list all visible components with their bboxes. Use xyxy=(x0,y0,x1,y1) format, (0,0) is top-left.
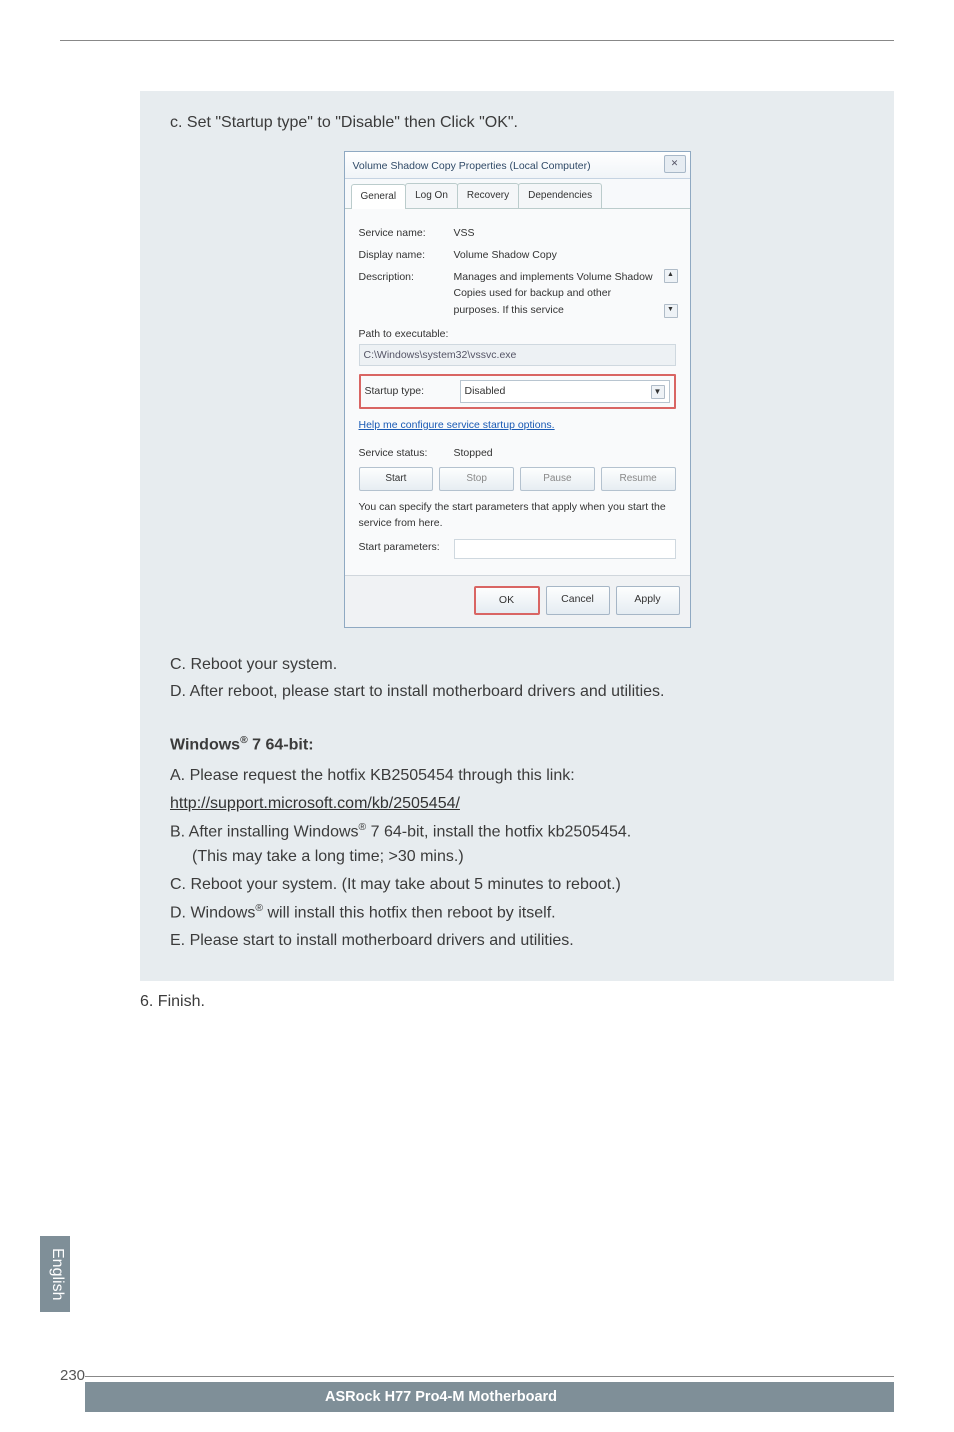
footer-separator xyxy=(85,1376,894,1377)
description-scrollbar[interactable]: ▲ ▼ xyxy=(664,269,676,318)
top-separator xyxy=(60,40,894,41)
value-service-name: VSS xyxy=(454,225,676,241)
step-c2: C. Reboot your system. (It may take abou… xyxy=(170,873,864,898)
label-startup-type: Startup type: xyxy=(365,383,460,399)
specify-note: You can specify the start parameters tha… xyxy=(359,499,676,532)
chevron-down-icon[interactable]: ▼ xyxy=(651,385,665,399)
step-6-finish: 6. Finish. xyxy=(140,993,894,1011)
startup-type-select[interactable]: Disabled ▼ xyxy=(460,380,670,402)
step-c-text: c. Set "Startup type" to "Disable" then … xyxy=(170,111,864,136)
value-service-status: Stopped xyxy=(454,445,676,461)
value-path: C:\Windows\system32\vssvc.exe xyxy=(359,344,676,366)
label-display-name: Display name: xyxy=(359,247,454,263)
tab-logon[interactable]: Log On xyxy=(405,183,458,208)
cancel-button[interactable]: Cancel xyxy=(546,586,610,614)
scroll-down-icon[interactable]: ▼ xyxy=(664,304,678,318)
help-link[interactable]: Help me configure service startup option… xyxy=(359,419,555,431)
page-number: 230 xyxy=(60,1367,85,1384)
step-d-after: D. After reboot, please start to install… xyxy=(170,680,864,705)
tab-dependencies[interactable]: Dependencies xyxy=(518,183,602,208)
step-b-note: (This may take a long time; >30 mins.) xyxy=(192,845,864,870)
value-display-name: Volume Shadow Copy xyxy=(454,247,676,263)
start-parameters-input[interactable] xyxy=(454,539,676,559)
language-tab: English xyxy=(40,1236,70,1312)
label-start-parameters: Start parameters: xyxy=(359,539,454,555)
footer-bar: ASRock H77 Pro4-M Motherboard xyxy=(85,1382,894,1412)
value-description: Manages and implements Volume Shadow Cop… xyxy=(454,269,660,318)
dialog-tabs: General Log On Recovery Dependencies xyxy=(345,179,690,209)
dialog-footer: OK Cancel Apply xyxy=(345,575,690,626)
step-d-suffix: will install this hotfix then reboot by … xyxy=(263,904,556,921)
step-b-prefix: B. After installing Windows xyxy=(170,823,359,840)
label-service-name: Service name: xyxy=(359,225,454,241)
step-d2: D. Windows® will install this hotfix the… xyxy=(170,901,864,926)
ok-button[interactable]: OK xyxy=(474,586,540,614)
apply-button[interactable]: Apply xyxy=(616,586,680,614)
service-control-buttons: Start Stop Pause Resume xyxy=(359,467,676,491)
registered-icon: ® xyxy=(240,735,248,746)
close-icon[interactable]: ✕ xyxy=(664,155,686,173)
tab-general[interactable]: General xyxy=(351,184,407,209)
win7-heading: Windows® 7 64-bit: xyxy=(170,733,864,758)
dialog-body: Service name: VSS Display name: Volume S… xyxy=(345,209,690,576)
resume-button: Resume xyxy=(601,467,676,491)
pause-button: Pause xyxy=(520,467,595,491)
startup-type-value: Disabled xyxy=(465,383,506,399)
registered-icon: ® xyxy=(255,903,263,914)
dialog-title-text: Volume Shadow Copy Properties (Local Com… xyxy=(353,160,591,172)
properties-dialog: Volume Shadow Copy Properties (Local Com… xyxy=(344,151,691,628)
label-description: Description: xyxy=(359,269,454,285)
step-b: B. After installing Windows® 7 64-bit, i… xyxy=(170,820,864,870)
step-e: E. Please start to install motherboard d… xyxy=(170,929,864,954)
scroll-up-icon[interactable]: ▲ xyxy=(664,269,678,283)
label-service-status: Service status: xyxy=(359,445,454,461)
stop-button: Stop xyxy=(439,467,514,491)
label-path: Path to executable: xyxy=(359,326,676,342)
start-button[interactable]: Start xyxy=(359,467,434,491)
tab-recovery[interactable]: Recovery xyxy=(457,183,519,208)
startup-type-highlight: Startup type: Disabled ▼ xyxy=(359,374,676,408)
instruction-panel: c. Set "Startup type" to "Disable" then … xyxy=(140,91,894,981)
dialog-title-bar: Volume Shadow Copy Properties (Local Com… xyxy=(345,152,690,179)
step-b-suffix: 7 64-bit, install the hotfix kb2505454. xyxy=(366,823,631,840)
heading-suffix: 7 64-bit: xyxy=(248,736,314,753)
step-c-reboot: C. Reboot your system. xyxy=(170,653,864,678)
step-d-prefix: D. Windows xyxy=(170,904,255,921)
kb-link[interactable]: http://support.microsoft.com/kb/2505454/ xyxy=(170,795,460,812)
heading-prefix: Windows xyxy=(170,736,240,753)
step-a: A. Please request the hotfix KB2505454 t… xyxy=(170,764,864,789)
